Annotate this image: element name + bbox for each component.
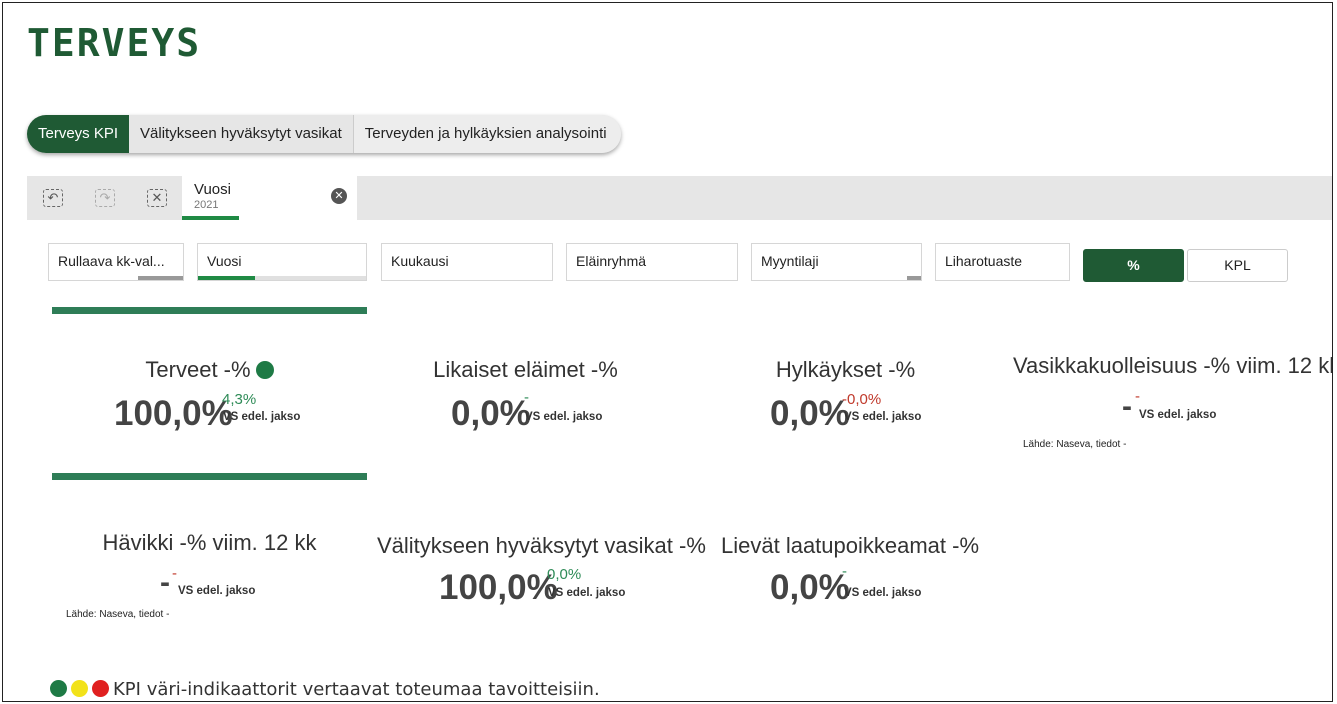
filter-label: Vuosi [207,253,242,269]
kpi-value: - [160,566,170,599]
kpi-vs-label: VS edel. jakso [525,411,603,423]
kpi-change: - [524,389,529,406]
kpi-title-wrap: Terveet -% [52,357,367,383]
kpi-change: 0,0% [547,566,582,583]
filter-label: Kuukausi [391,253,449,269]
kpi-vs-label: VS edel. jakso [1139,409,1217,421]
sheet-tabs: Terveys KPI Välitykseen hyväksytyt vasik… [27,115,621,153]
filter-fill [198,276,255,280]
kpi-row-rule [52,307,367,314]
kpi-source: Lähde: Naseva, tiedot - [1023,439,1127,450]
selection-chip[interactable]: Vuosi 2021 ✕ [182,176,357,220]
clear-selections-icon[interactable]: ✕ [147,189,167,207]
filter-myyntilaji[interactable]: Myyntilaji [751,243,922,281]
filter-kuukausi[interactable]: Kuukausi [381,243,553,281]
kpi-title: Terveet -% [145,357,251,382]
remove-selection-icon[interactable]: ✕ [331,188,347,204]
kpi-title: Hävikki -% viim. 12 kk [102,530,317,555]
kpi-change: - [1135,388,1140,405]
filter-liharotuaste[interactable]: Liharotuaste [935,243,1070,281]
filter-elainryhma[interactable]: Eläinryhmä [566,243,738,281]
kpi-value: 0,0% [451,394,531,433]
kpi-title: Välitykseen hyväksytyt vasikat -% [377,533,706,558]
kpi-change: -0,0% [842,391,882,408]
kpi-vs-label: VS edel. jakso [223,411,301,423]
kpi-change: - [172,565,177,582]
yellow-dot-icon [71,680,88,697]
kpi-legend: KPI väri-indikaattorit vertaavat toteuma… [50,679,600,700]
kpi-vs-label: VS edel. jakso [178,585,256,597]
kpi-title: Vasikkakuolleisuus -% viim. 12 kk [1013,353,1333,378]
tab-valitykseen-hyvaksytyt[interactable]: Välitykseen hyväksytyt vasikat [129,115,354,153]
filter-label: Eläinryhmä [576,253,647,269]
kpi-vs-label: VS edel. jakso [844,587,922,599]
kpi-lievat[interactable]: Lievät laatupoikkeamat -% 0,0% - VS edel… [721,533,980,613]
kpi-vasikkakuolleisuus[interactable]: Vasikkakuolleisuus -% viim. 12 kk - - VS… [1013,353,1333,453]
selection-bar: ↶ ↷ ✕ Vuosi 2021 ✕ [27,176,1332,220]
tab-terveys-kpi[interactable]: Terveys KPI [27,115,130,153]
filter-vuosi[interactable]: Vuosi [197,243,367,281]
selection-value: 2021 [194,199,219,211]
tab-analysointi[interactable]: Terveyden ja hylkäyksien analysointi [353,115,621,153]
kpi-likaiset[interactable]: Likaiset eläimet -% 0,0% - VS edel. jaks… [398,357,653,437]
kpi-value: - [1122,390,1132,423]
kpi-value: 0,0% [770,568,850,607]
kpi-vs-label: VS edel. jakso [548,587,626,599]
step-forward-icon[interactable]: ↷ [95,189,115,207]
filter-rullaava[interactable]: Rullaava kk-val... [48,243,184,281]
filter-scroll-grip [138,276,183,280]
app-frame: TERVEYS Terveys KPI Välitykseen hyväksyt… [2,2,1333,702]
red-dot-icon [92,680,109,697]
green-dot-icon [50,680,67,697]
kpi-title: Hylkäykset -% [775,357,916,382]
percent-toggle-button[interactable]: % [1083,249,1184,282]
kpi-title: Likaiset eläimet -% [433,357,618,382]
count-toggle-button[interactable]: KPL [1187,249,1288,282]
selection-fill-bar [182,216,239,220]
kpi-source: Lähde: Naseva, tiedot - [66,609,170,620]
filter-scroll-grip [907,276,921,280]
kpi-value: 0,0% [770,394,850,433]
selection-field: Vuosi [194,181,231,198]
legend-text: KPI väri-indikaattorit vertaavat toteuma… [113,679,600,700]
kpi-change: - [842,563,847,580]
kpi-havikki[interactable]: Hävikki -% viim. 12 kk - - VS edel. jaks… [52,530,367,630]
kpi-hylkaykset[interactable]: Hylkäykset -% 0,0% -0,0% VS edel. jakso [718,357,973,437]
filter-label: Rullaava kk-val... [58,253,165,269]
filter-label: Myyntilaji [761,253,819,269]
kpi-value: 100,0% [114,394,233,433]
kpi-value: 100,0% [439,568,558,607]
kpi-title: Lievät laatupoikkeamat -% [721,533,980,558]
kpi-valitys[interactable]: Välitykseen hyväksytyt vasikat -% 100,0%… [377,533,706,613]
kpi-status-dot [255,361,274,379]
kpi-change: 4,3% [222,391,257,408]
kpi-vs-label: VS edel. jakso [844,411,922,423]
kpi-terveet[interactable]: Terveet -% 100,0% 4,3% VS edel. jakso [52,357,367,437]
filter-label: Liharotuaste [945,253,1023,269]
step-back-icon[interactable]: ↶ [43,189,63,207]
kpi-row-rule [52,473,367,480]
app-logo: TERVEYS [27,21,202,65]
